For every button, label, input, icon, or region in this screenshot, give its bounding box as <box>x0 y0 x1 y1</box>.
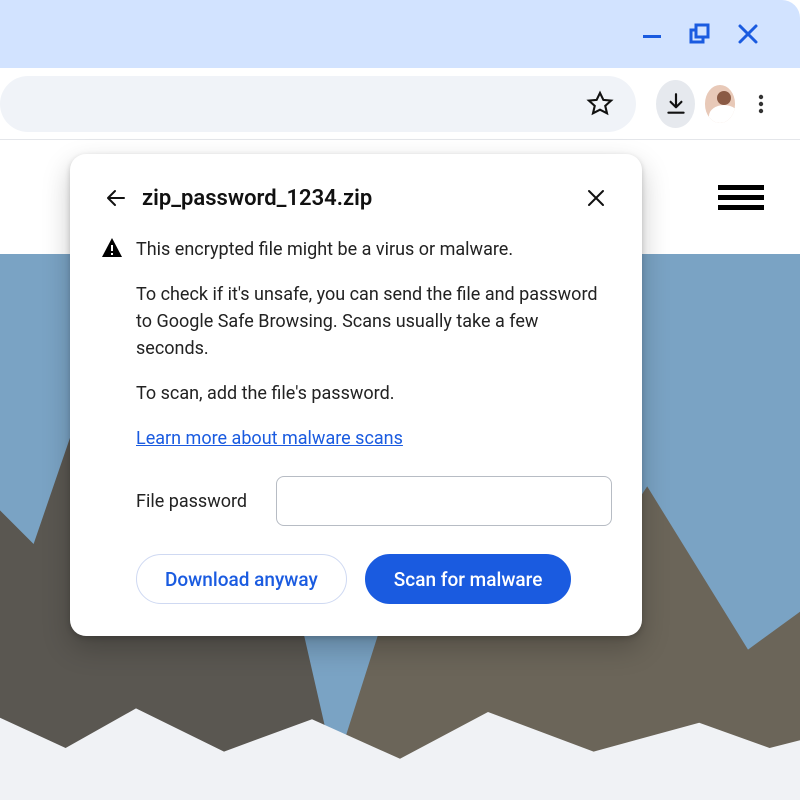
popup-filename: zip_password_1234.zip <box>142 186 580 211</box>
star-icon[interactable] <box>586 90 614 118</box>
browser-window: zip_password_1234.zip This encrypted fil… <box>0 0 800 800</box>
warning-prompt: To scan, add the file's password. <box>136 380 612 407</box>
menu-icon <box>718 185 764 190</box>
browser-menu-button[interactable] <box>741 80 780 128</box>
window-close-button[interactable] <box>724 10 772 58</box>
warning-body: To check if it's unsafe, you can send th… <box>136 281 612 362</box>
window-minimize-button[interactable] <box>628 10 676 58</box>
window-restore-button[interactable] <box>676 10 724 58</box>
browser-toolbar <box>0 68 800 140</box>
downloads-button[interactable] <box>656 80 695 128</box>
omnibox[interactable] <box>0 76 636 132</box>
download-icon <box>663 91 689 117</box>
popup-header: zip_password_1234.zip <box>100 182 612 214</box>
restore-icon <box>688 22 712 46</box>
arrow-back-icon <box>104 186 128 210</box>
window-titlebar <box>0 0 800 68</box>
popup-back-button[interactable] <box>100 182 132 214</box>
minimize-icon <box>641 23 663 45</box>
close-icon <box>737 23 759 45</box>
download-anyway-button[interactable]: Download anyway <box>136 554 347 604</box>
scan-for-malware-button[interactable]: Scan for malware <box>365 554 572 604</box>
popup-close-button[interactable] <box>580 182 612 214</box>
profile-avatar[interactable] <box>705 85 736 123</box>
warning-icon <box>100 236 124 260</box>
popup-body: This encrypted file might be a virus or … <box>100 236 612 452</box>
warning-headline: This encrypted file might be a virus or … <box>136 236 612 263</box>
site-menu-button[interactable] <box>718 180 764 215</box>
password-field-row: File password <box>136 476 612 526</box>
learn-more-link[interactable]: Learn more about malware scans <box>136 428 403 449</box>
file-password-input[interactable] <box>276 476 612 526</box>
password-label: File password <box>136 491 276 512</box>
download-warning-popup: zip_password_1234.zip This encrypted fil… <box>70 154 642 636</box>
close-icon <box>585 187 607 209</box>
popup-actions: Download anyway Scan for malware <box>136 554 612 604</box>
kebab-icon <box>750 93 772 115</box>
